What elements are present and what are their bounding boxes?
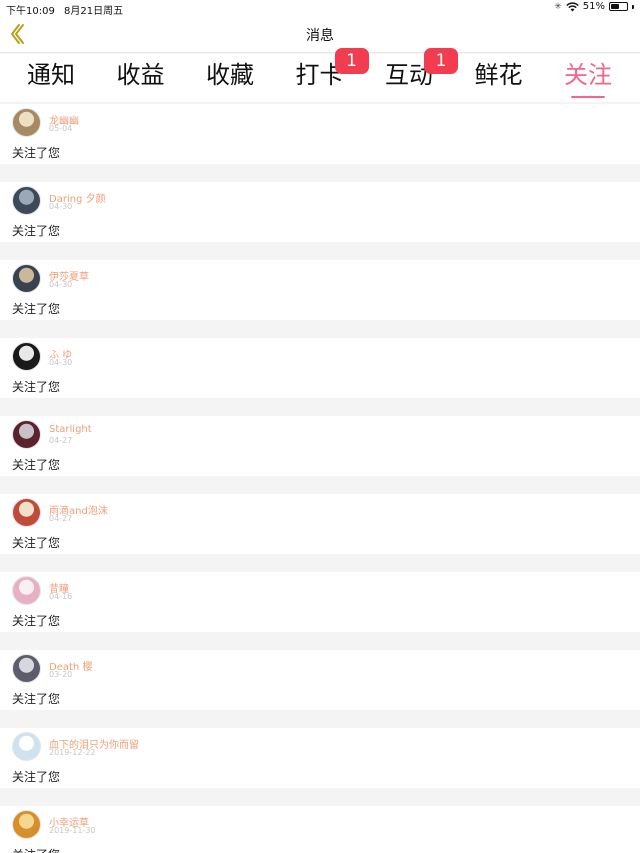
battery-percent: 51% [582, 1, 605, 12]
list-item[interactable]: Death 樱 03-20 关注了您 [0, 650, 640, 710]
notification-date: 04-30 [49, 358, 73, 367]
active-tab-indicator [571, 96, 605, 98]
tab-earnings[interactable]: 收益 [106, 58, 176, 92]
avatar[interactable] [12, 264, 41, 293]
notification-date: 04-30 [49, 202, 73, 211]
notification-text: 关注了您 [12, 770, 61, 784]
unread-badge: 1 [334, 48, 369, 74]
tab-follow[interactable]: 关注 [553, 58, 623, 98]
list-item[interactable]: Daring 夕颜 04-30 关注了您 [0, 182, 640, 242]
notification-date: 04-27 [49, 436, 73, 445]
avatar[interactable] [12, 498, 41, 527]
username-link[interactable]: Starlight [49, 424, 92, 435]
list-item[interactable]: 小幸运草2019-11-30关注了您 [0, 806, 640, 853]
avatar[interactable] [12, 420, 41, 449]
unread-badge: 1 [424, 48, 458, 74]
notification-text: 关注了您 [12, 846, 60, 853]
avatar[interactable] [12, 576, 41, 605]
tab-label: 收藏 [206, 61, 254, 89]
notification-date: 05-04 [49, 124, 73, 133]
avatar[interactable] [12, 810, 41, 839]
notification-date: 03-20 [49, 670, 73, 679]
tab-label: 关注 [564, 61, 612, 89]
notification-text: 关注了您 [12, 536, 61, 550]
notification-text: 关注了您 [12, 692, 61, 706]
list-item[interactable]: 龙幽幽 05-04 关注了您 [0, 104, 640, 164]
battery-icon [609, 2, 628, 11]
tab-checkin[interactable]: 打卡 1 [285, 48, 369, 92]
tab-label: 收益 [116, 61, 165, 89]
battery-tip [632, 4, 634, 9]
tab-interaction[interactable]: 互动 1 [374, 48, 458, 92]
notification-text: 关注了您 [12, 224, 61, 238]
tab-label: 鲜花 [474, 61, 523, 89]
notification-text: 关注了您 [12, 146, 61, 160]
avatar[interactable] [12, 654, 41, 683]
list-item[interactable]: 昔瞳 04-16 关注了您 [0, 572, 640, 632]
tab-notice[interactable]: 通知 [16, 58, 86, 92]
nav-bar: 消息 [0, 16, 640, 53]
battery-level [611, 4, 619, 9]
list-item[interactable]: 雨滴and泡沫 04-27 关注了您 [0, 494, 640, 554]
list-item[interactable]: 伊莎夏草 04-30 关注了您 [0, 260, 640, 320]
tab-flowers[interactable]: 鲜花 [464, 58, 534, 92]
avatar[interactable] [12, 342, 41, 371]
notification-text: 关注了您 [12, 614, 61, 628]
page-title: 消息 [306, 28, 334, 44]
wifi-icon [566, 1, 579, 11]
status-bar: 下午10:09 8月21日周五 ✳ 51% [0, 0, 640, 17]
list-item[interactable]: 血下的泪只为你而留 2019-12-22 关注了您 [0, 728, 640, 788]
list-item[interactable]: Starlight 04-27 关注了您 [0, 416, 640, 476]
notification-text: 关注了您 [12, 302, 61, 316]
avatar[interactable] [12, 186, 41, 215]
notification-text: 关注了您 [12, 458, 61, 472]
notification-date: 04-27 [49, 514, 73, 523]
list-item[interactable]: ふ ゆ 04-30 关注了您 [0, 338, 640, 398]
notification-date: 2019-12-22 [49, 748, 96, 757]
tab-label: 通知 [27, 61, 75, 89]
tab-favorites[interactable]: 收藏 [195, 58, 265, 92]
notification-text: 关注了您 [12, 380, 61, 394]
notification-date: 04-16 [49, 592, 73, 601]
avatar[interactable] [12, 108, 41, 137]
loading-spinner-icon: ✳ [554, 1, 562, 12]
notification-date: 2019-11-30 [49, 826, 96, 835]
tab-bar: 通知 收益 收藏 打卡 1 互动 1 鲜花 关注 [0, 48, 640, 102]
notification-date: 04-30 [49, 280, 73, 289]
avatar[interactable] [12, 732, 41, 761]
